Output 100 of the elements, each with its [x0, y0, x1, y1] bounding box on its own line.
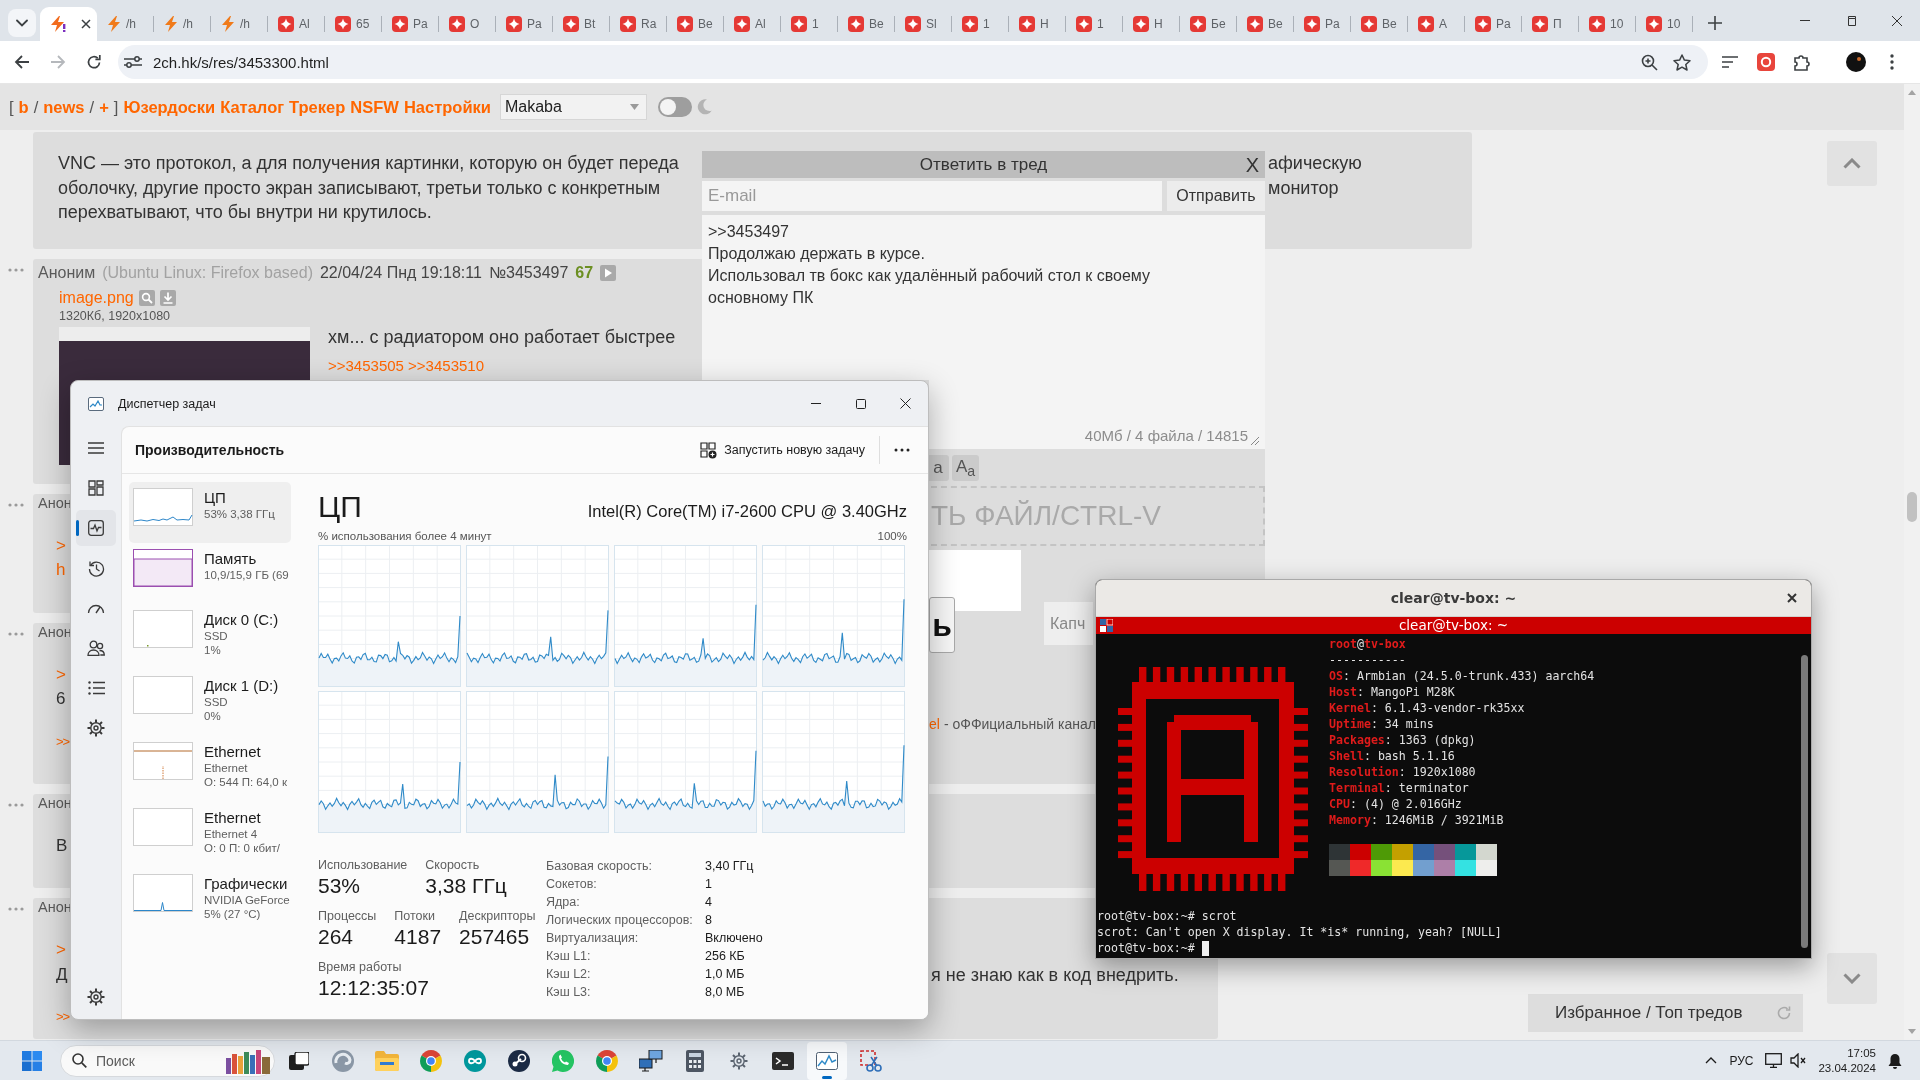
scrollbar-thumb[interactable]: [1801, 655, 1808, 948]
refresh-icon: [1777, 1006, 1791, 1020]
play-icon: [600, 264, 617, 281]
resource-detail: NVIDIA GeForce: [204, 893, 290, 907]
file-info: 1320Кб, 1920x1080: [59, 307, 172, 324]
resource-item[interactable]: Память 10,9/15,9 ГБ (69: [129, 543, 291, 604]
nav-separator: /: [89, 97, 95, 117]
chevron-down-icon: [16, 19, 28, 27]
resource-item[interactable]: Диск 1 (D:) SSD 0%: [129, 670, 291, 736]
play-button[interactable]: [600, 264, 617, 281]
four-point-star-icon: [848, 16, 864, 32]
four-point-star-icon: [506, 16, 522, 32]
address-bar[interactable]: 2ch.hk/s/res/3453300.html: [118, 45, 1708, 79]
reload-icon: [86, 54, 102, 70]
dark-mode-toggle[interactable]: [657, 97, 692, 117]
spec-label: Базовая скорость:: [546, 858, 653, 875]
spec-value: 256 КБ: [705, 948, 746, 965]
graph-max-label: 100%: [877, 529, 907, 543]
taskbar-app-button[interactable]: [807, 1041, 847, 1080]
form-title: Ответить в тред: [919, 154, 1048, 175]
minimize-icon: [1800, 20, 1810, 21]
author-name: Аноним: [38, 263, 96, 282]
spec-value: 8,0 МБ: [705, 984, 746, 1001]
close-button[interactable]: [1785, 591, 1799, 605]
ring-badge-icon: [1757, 53, 1775, 71]
post-menu-button[interactable]: [8, 502, 24, 507]
captcha-field[interactable]: Капч: [1044, 602, 1093, 645]
zoom-in-icon: [1640, 53, 1658, 71]
lightning-icon: [50, 16, 66, 32]
tab-search-button[interactable]: [8, 9, 36, 37]
post-text: хм... с радиатором оно работает быстрее: [328, 326, 676, 347]
caret-down-icon: [1908, 1029, 1916, 1034]
post-menu-button[interactable]: [8, 907, 24, 911]
resource-detail: SSD: [204, 695, 229, 709]
post-text: афическую: [1268, 153, 1362, 173]
post-menu-button[interactable]: [8, 267, 24, 272]
info-line: Uptime: 34 mins: [1329, 716, 1435, 732]
search-icon: [138, 289, 155, 306]
resource-detail: 10,9/15,9 ГБ (69: [204, 568, 289, 582]
info-line: Terminal: terminator: [1329, 780, 1470, 796]
language-button[interactable]: РУС: [1723, 1043, 1760, 1078]
clock-date: 23.04.2024: [1818, 1060, 1876, 1076]
four-point-star-icon: [734, 16, 750, 32]
chevron-up-icon: [1705, 1057, 1718, 1064]
scrollbar-thumb[interactable]: [1907, 492, 1917, 522]
post-text: Д: [56, 964, 68, 984]
post-menu-button[interactable]: [8, 631, 24, 636]
page-title: Производительность: [135, 442, 285, 458]
post-text: монитор: [1268, 177, 1339, 198]
books-icon: [226, 1047, 270, 1074]
search-field[interactable]: Поиск: [60, 1044, 275, 1077]
chart-window-icon: [88, 396, 104, 411]
resource-item[interactable]: Графически NVIDIA GeForce 5% (27 °C): [129, 868, 291, 934]
spec-label: Виртуализация:: [546, 930, 640, 947]
resource-name: Ethernet: [204, 742, 262, 761]
add-window-icon: [700, 441, 718, 459]
resource-item[interactable]: ЦП 53% 3,38 ГГц: [129, 482, 291, 543]
spec-value: 8: [705, 912, 713, 929]
markup-button[interactable]: A$_{a}$: [952, 455, 980, 481]
download-button[interactable]: [159, 289, 176, 306]
run-task-button[interactable]: Запустить новую задачу: [690, 434, 875, 466]
resource-item[interactable]: Ethernet Ethernet 4 О: 0 П: 0 кбит/: [129, 802, 291, 868]
spec-value: 4: [705, 894, 713, 911]
users-icon: [87, 640, 105, 656]
history-icon: [87, 559, 105, 577]
lightning-icon: [164, 16, 178, 32]
speaker-icon: [1790, 1053, 1807, 1068]
stat-value: 53%: [318, 873, 362, 899]
nav-rail-item[interactable]: [76, 510, 116, 546]
send-button[interactable]: Отправить: [1167, 181, 1265, 211]
resource-item[interactable]: Ethernet Ethernet О: 544 П: 64,0 к: [129, 736, 291, 802]
spec-value: 3,40 ГГц: [705, 858, 755, 875]
message-field[interactable]: >>3453497 Продолжаю держать в курсе. Использовал тв бокс как удалённый рабочий стол к своему основному ПК: [702, 215, 1265, 380]
spec-label: Кэш L1:: [546, 948, 592, 965]
captcha-button[interactable]: ь: [929, 597, 955, 653]
email-field[interactable]: E-mail: [702, 181, 1162, 211]
more-vertical-icon: [1890, 54, 1894, 70]
resource-detail: 5% (27 °C): [204, 907, 262, 921]
post-number-link[interactable]: №3453497: [488, 263, 569, 282]
tune-icon: [123, 54, 143, 70]
favorites-link[interactable]: Избранное / Топ тредов: [1555, 1003, 1743, 1023]
stat-value: 264: [318, 924, 355, 950]
close-icon: [1787, 593, 1797, 603]
chevron-down-icon: [1843, 973, 1861, 984]
four-point-star-icon: [791, 16, 807, 32]
usage-sparkline: [133, 488, 193, 526]
close-icon: [900, 398, 911, 409]
clock-button[interactable]: 17:05 23.04.2024: [1812, 1043, 1882, 1078]
post-menu-button[interactable]: [8, 802, 24, 807]
swirl-icon: [332, 1049, 354, 1072]
style-select[interactable]: Makaba: [499, 94, 647, 120]
close-button[interactable]: X: [1245, 153, 1259, 176]
resource-detail: О: 544 П: 64,0 к: [204, 775, 287, 789]
markup-button[interactable]: a: [927, 455, 949, 481]
dashed-rule-line: -----------: [1329, 652, 1407, 668]
round-logo-icon: [508, 1049, 530, 1072]
post-text: оболочку, другие просто экран записывают, третьи только с конкретным: [58, 177, 661, 198]
restore-icon: [1846, 15, 1856, 26]
image-search-button[interactable]: [138, 289, 155, 306]
resource-item[interactable]: Диск 0 (C:) SSD 1%: [129, 604, 291, 670]
